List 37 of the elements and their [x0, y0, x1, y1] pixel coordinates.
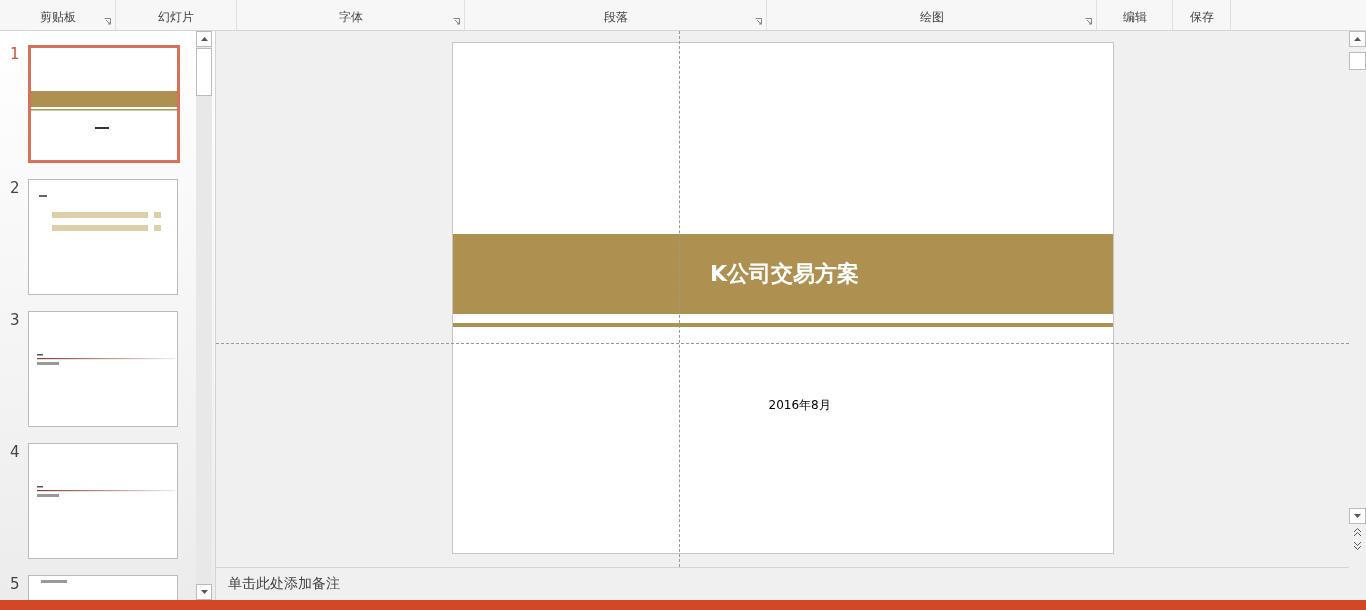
slide-thumbnail[interactable] — [28, 179, 178, 295]
scroll-down-arrow-icon — [1354, 514, 1361, 518]
dialog-launcher-icon[interactable] — [755, 18, 762, 25]
slide-thumbnail[interactable] — [28, 311, 178, 427]
scroll-up-button[interactable] — [196, 31, 212, 47]
slide-canvas[interactable]: K公司交易方案 2016年8月 — [451, 42, 1114, 554]
slide-number: 1 — [10, 45, 21, 65]
ribbon-group-label: 字体 — [338, 9, 363, 26]
ribbon-group-label: 剪贴板 — [39, 9, 76, 26]
scroll-up-arrow-icon — [1354, 37, 1361, 41]
slide-title: K公司交易方案 — [708, 260, 860, 288]
slide-date: 2016年8月 — [768, 397, 831, 414]
heading-slide-drawing — [41, 580, 67, 583]
scroll-up-arrow-icon — [200, 37, 208, 41]
scrollbar-thumb[interactable] — [1349, 52, 1366, 70]
ribbon-group-label: 保存 — [1189, 9, 1214, 26]
next-slide-icon[interactable] — [1353, 541, 1362, 550]
ribbon-group-label: 段落 — [603, 9, 628, 26]
previous-slide-icon[interactable] — [1353, 528, 1362, 537]
slide-thumbnail[interactable] — [28, 45, 180, 163]
scrollbar-thumb[interactable] — [196, 48, 212, 96]
scroll-up-button[interactable] — [1349, 31, 1366, 47]
slide-thumbnail[interactable] — [28, 443, 178, 559]
notes-placeholder: 单击此处添加备注 — [228, 575, 340, 593]
slide-number: 4 — [10, 443, 21, 463]
dialog-launcher-icon[interactable] — [453, 18, 460, 25]
dialog-launcher-icon[interactable] — [104, 18, 111, 25]
ribbon-group-label: 绘图 — [919, 9, 944, 26]
slide-number: 2 — [10, 179, 21, 199]
scroll-down-button[interactable] — [196, 584, 212, 600]
slide-number: 5 — [10, 575, 21, 595]
ribbon-group-label: 编辑 — [1122, 9, 1147, 26]
scroll-down-button[interactable] — [1349, 508, 1366, 524]
dialog-launcher-icon[interactable] — [1085, 18, 1092, 25]
ribbon-group-label: 幻灯片 — [158, 9, 194, 26]
slide-number: 3 — [10, 311, 21, 331]
scroll-down-arrow-icon — [200, 590, 208, 594]
